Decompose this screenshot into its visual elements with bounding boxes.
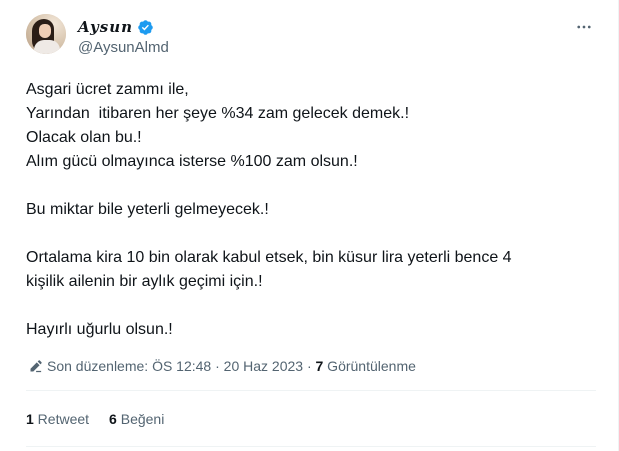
- retweets-label: Retweet: [33, 411, 90, 427]
- likes-count: 6: [109, 411, 117, 427]
- author-display-name[interactable]: Aysun: [78, 18, 133, 36]
- tweet-meta: Son düzenleme: ÖS 12:48 · 20 Haz 2023 · …: [28, 357, 416, 375]
- likes-stat[interactable]: 6 Beğeni: [109, 411, 164, 427]
- retweets-stat[interactable]: 1 Retweet: [26, 411, 89, 427]
- avatar[interactable]: [26, 14, 66, 54]
- views-label: Görüntülenme: [323, 358, 416, 374]
- author-name-row: Aysun: [78, 17, 154, 37]
- tweet-line: Olacak olan bu.!: [26, 129, 142, 146]
- tweet-text: Asgari ücret zammı ile, Yarından itibare…: [26, 78, 596, 342]
- retweets-count: 1: [26, 411, 34, 427]
- tweet-line: kişilik ailenin bir aylık geçimi için.!: [26, 273, 263, 290]
- tweet-line: Asgari ücret zammı ile,: [26, 81, 189, 98]
- tweet-card: Aysun @AysunAlmd Asgari ücret zammı ile,…: [0, 0, 619, 451]
- verified-badge-icon: [138, 19, 153, 35]
- tweet-line: Alım gücü olmayınca isterse %100 zam ols…: [26, 153, 358, 170]
- divider: [26, 390, 596, 391]
- edited-timestamp[interactable]: Son düzenleme: ÖS 12:48 · 20 Haz 2023 ·: [47, 358, 316, 374]
- tweet-line: Ortalama kira 10 bin olarak kabul etsek,…: [26, 249, 512, 266]
- views-count: 7: [315, 358, 324, 374]
- pencil-edit-icon: [30, 359, 42, 372]
- tweet-line: Bu miktar bile yeterli gelmeyecek.!: [26, 201, 269, 218]
- tweet-line: Hayırlı uğurlu olsun.!: [26, 321, 173, 338]
- more-options-button[interactable]: [573, 16, 595, 38]
- likes-label: Beğeni: [116, 411, 165, 427]
- author-handle[interactable]: @AysunAlmd: [78, 39, 169, 56]
- tweet-stats: 1 Retweet 6 Beğeni: [26, 410, 164, 428]
- divider: [26, 446, 596, 447]
- more-horizontal-icon: [577, 25, 591, 29]
- tweet-line: Yarından itibaren her şeye %34 zam gelec…: [26, 105, 410, 122]
